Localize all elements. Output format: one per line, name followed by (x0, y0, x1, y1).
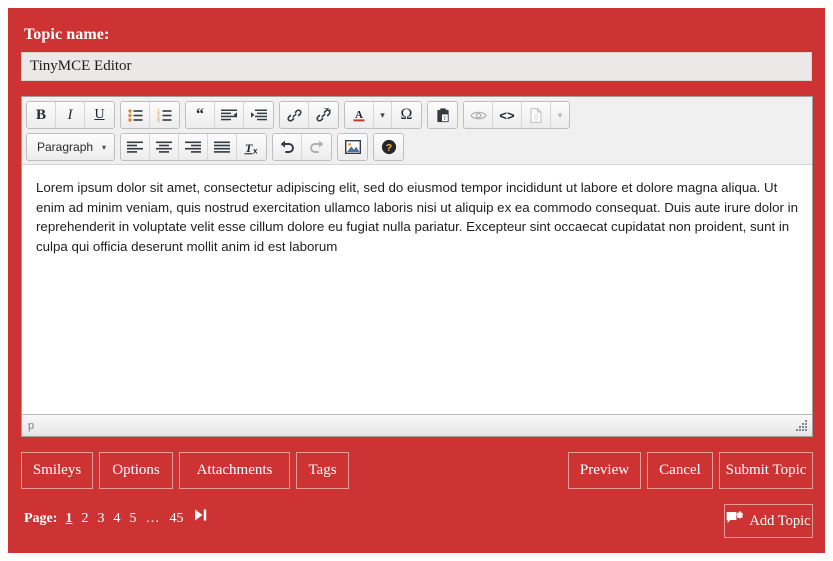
chevron-down-icon: ▾ (551, 102, 569, 128)
chevron-down-icon: ▾ (102, 142, 107, 152)
clear-formatting-icon[interactable]: T x (237, 134, 267, 160)
italic-icon[interactable]: I (56, 102, 85, 128)
template-icon: {} (522, 102, 551, 128)
smileys-button[interactable]: Smileys (21, 452, 93, 489)
tags-button[interactable]: Tags (296, 452, 349, 489)
help-icon[interactable]: ? (374, 134, 404, 160)
toolbar-group-block: “ (185, 101, 274, 129)
add-comment-icon (726, 511, 745, 531)
resize-handle-icon[interactable] (796, 419, 809, 432)
toolbar-group-history (272, 133, 333, 161)
chevron-down-icon[interactable]: ▾ (374, 102, 392, 128)
page-link-2[interactable]: 2 (81, 511, 88, 527)
text-color-icon[interactable]: A (345, 102, 374, 128)
block-format-select[interactable]: Paragraph ▾ (27, 134, 115, 160)
page-link-4[interactable]: 4 (113, 511, 120, 527)
page-link-3[interactable]: 3 (97, 511, 104, 527)
svg-text:A: A (355, 109, 363, 121)
toolbar-group-color: A ▾ Ω (344, 101, 422, 129)
preview-button[interactable]: Preview (568, 452, 641, 489)
toolbar-group-format-select: Paragraph ▾ (26, 133, 116, 161)
toolbar-row-2: Paragraph ▾ T x ? (24, 131, 810, 163)
block-format-value: Paragraph (37, 140, 94, 154)
rich-text-editor: B I U 1 2 3 “ A ▾ Ω T <> {} ▾ Paragraph … (21, 96, 813, 437)
page-title: Topic name: (24, 26, 110, 43)
toolbar-group-text-style: B I U (26, 101, 115, 129)
svg-text:{}: {} (534, 115, 538, 121)
cancel-button[interactable]: Cancel (647, 452, 713, 489)
align-left-icon[interactable] (121, 134, 151, 160)
outdent-icon[interactable] (215, 102, 244, 128)
underline-icon[interactable]: U (85, 102, 114, 128)
svg-text:x: x (253, 146, 258, 155)
toolbar-group-link (279, 101, 339, 129)
svg-text:T: T (245, 141, 253, 155)
submit-topic-button[interactable]: Submit Topic (719, 452, 813, 489)
editor-toolbar: B I U 1 2 3 “ A ▾ Ω T <> {} ▾ Paragraph … (22, 97, 812, 165)
pagination-ellipsis: … (145, 511, 161, 526)
svg-text:?: ? (385, 142, 391, 154)
remove-link-icon[interactable] (309, 102, 338, 128)
attachments-button[interactable]: Attachments (179, 452, 290, 489)
bullet-list-icon[interactable] (121, 102, 150, 128)
editor-paragraph: Lorem ipsum dolor sit amet, consectetur … (36, 180, 798, 254)
source-code-icon[interactable]: <> (493, 102, 522, 128)
blockquote-icon[interactable]: “ (186, 102, 215, 128)
align-right-icon[interactable] (179, 134, 209, 160)
insert-image-icon[interactable] (338, 134, 368, 160)
next-page-icon[interactable] (194, 508, 208, 522)
topic-title-input[interactable] (21, 52, 812, 81)
toolbar-row-1: B I U 1 2 3 “ A ▾ Ω T <> {} ▾ (24, 99, 810, 131)
editor-content-area[interactable]: Lorem ipsum dolor sit amet, consectetur … (22, 165, 812, 414)
element-path: p (28, 419, 35, 432)
add-topic-label: Add Topic (749, 512, 811, 529)
editor-actions: Smileys Options Attachments Tags Preview… (21, 452, 813, 490)
undo-icon[interactable] (273, 134, 303, 160)
indent-icon[interactable] (244, 102, 273, 128)
svg-text:T: T (443, 116, 447, 122)
align-justify-icon[interactable] (208, 134, 238, 160)
page-link-last[interactable]: 45 (169, 511, 183, 527)
pagination-label: Page: (24, 511, 58, 526)
add-topic-button[interactable]: Add Topic (724, 504, 813, 538)
special-character-icon[interactable]: Ω (392, 102, 421, 128)
toolbar-group-paste: T (427, 101, 458, 129)
page-link-5[interactable]: 5 (129, 511, 136, 527)
toolbar-group-tools: <> {} ▾ (463, 101, 570, 129)
toolbar-group-help: ? (373, 133, 405, 161)
bold-icon[interactable]: B (27, 102, 56, 128)
toolbar-group-media (337, 133, 369, 161)
insert-link-icon[interactable] (280, 102, 309, 128)
preview-eye-icon (464, 102, 493, 128)
paste-as-text-icon[interactable]: T (428, 102, 457, 128)
options-button[interactable]: Options (99, 452, 173, 489)
editor-status-bar: p (22, 414, 812, 436)
toolbar-group-lists: 1 2 3 (120, 101, 180, 129)
toolbar-group-align: T x (120, 133, 268, 161)
page-link-1[interactable]: 1 (65, 511, 72, 527)
align-center-icon[interactable] (150, 134, 180, 160)
redo-icon (302, 134, 332, 160)
pagination: Page: 1 2 3 4 5 … 45 (24, 508, 208, 527)
topic-editor-panel: Topic name: B I U (8, 8, 825, 553)
svg-text:3: 3 (157, 118, 160, 122)
numbered-list-icon[interactable]: 1 2 3 (150, 102, 179, 128)
